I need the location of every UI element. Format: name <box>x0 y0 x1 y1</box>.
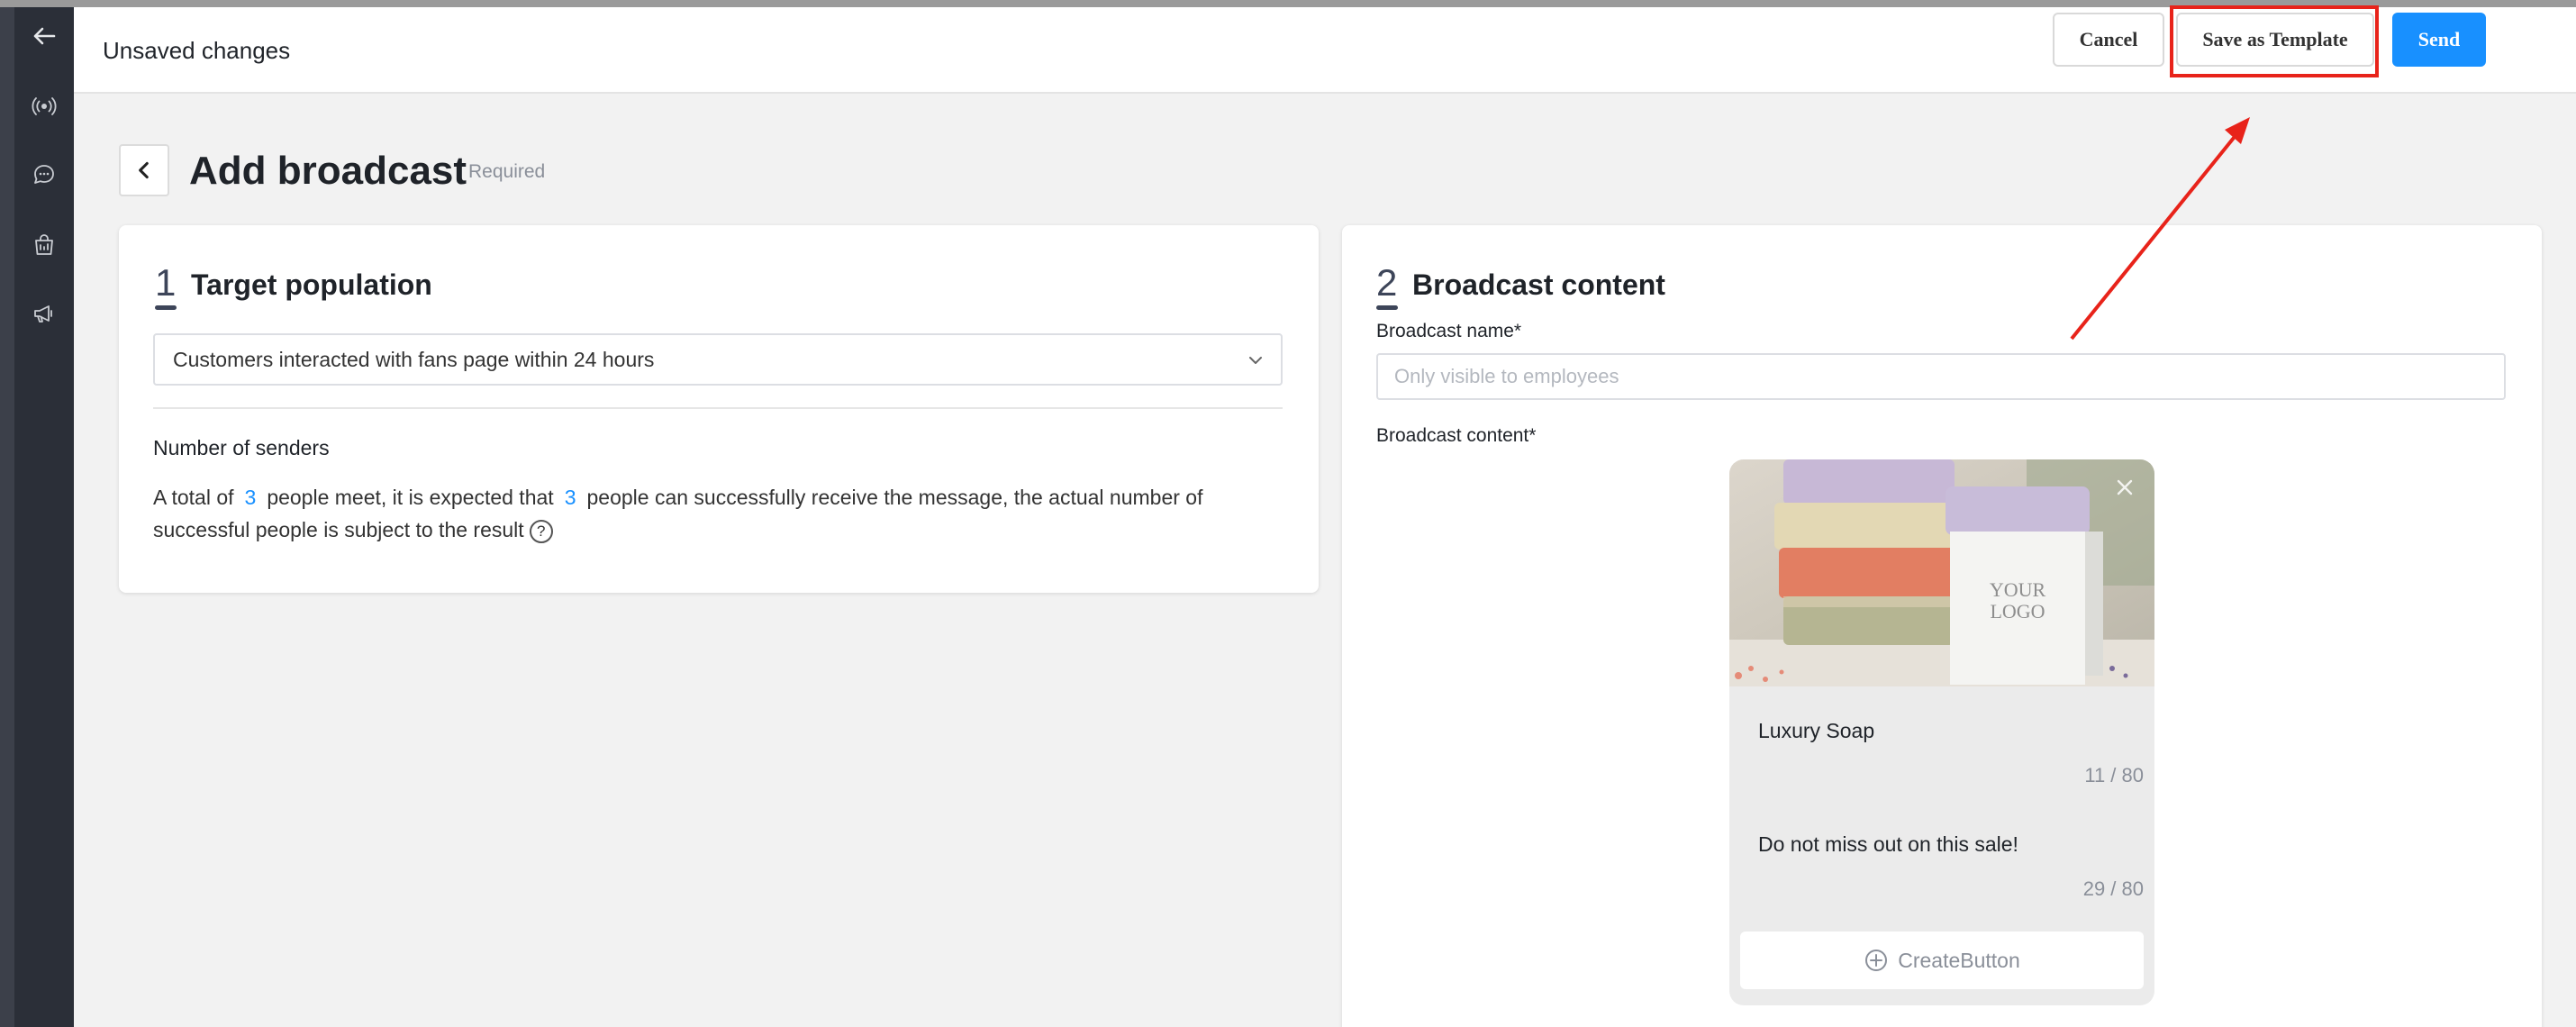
sidebar <box>0 7 74 1027</box>
cancel-button[interactable]: Cancel <box>2053 13 2164 67</box>
back-arrow-icon[interactable] <box>14 11 74 61</box>
senders-title: Number of senders <box>153 436 330 459</box>
highlight-box <box>2170 5 2379 77</box>
plus-circle-icon <box>1865 950 1888 971</box>
title-char-count: 11 / 80 <box>2084 764 2144 786</box>
message-card: YOUR LOGO Luxury Soap 11 / 80 Do not mis… <box>1729 459 2154 1005</box>
section-title: Broadcast content <box>1412 268 1665 301</box>
target-select[interactable]: Customers interacted with fans page with… <box>153 333 1283 386</box>
senders-text-b: people meet, it is expected that <box>267 486 554 509</box>
required-label: Required <box>468 161 546 182</box>
send-button[interactable]: Send <box>2392 13 2486 67</box>
bag-icon[interactable] <box>14 220 74 270</box>
broadcast-content-card: 2 Broadcast content Broadcast name* Broa… <box>1342 225 2542 1027</box>
image-logo-line1: YOUR <box>1990 578 2046 601</box>
section-title: Target population <box>191 268 432 301</box>
help-icon[interactable]: ? <box>529 519 553 543</box>
section-number: 2 <box>1376 261 1399 310</box>
senders-description: A total of 3 people meet, it is expected t… <box>153 481 1283 546</box>
message-subtitle[interactable]: Do not miss out on this sale! <box>1758 832 2018 857</box>
page-title: Add broadcast <box>189 149 467 193</box>
subtitle-char-count: 29 / 80 <box>2082 877 2144 900</box>
product-image: YOUR LOGO <box>1729 459 2154 686</box>
chevron-down-icon <box>1249 357 1262 364</box>
broadcast-icon[interactable] <box>14 81 74 132</box>
divider <box>153 407 1283 409</box>
create-button-label: CreateButton <box>1898 948 2020 972</box>
broadcast-name-label: Broadcast name* <box>1376 321 1522 341</box>
chevron-left-icon <box>139 161 149 179</box>
senders-text-a: A total of <box>153 486 234 509</box>
broadcast-name-input[interactable] <box>1376 353 2506 400</box>
broadcast-content-label: Broadcast content* <box>1376 425 1537 446</box>
create-button[interactable]: CreateButton <box>1740 932 2144 989</box>
sidebar-edge <box>0 7 14 1027</box>
target-population-card: 1 Target population Customers interacted… <box>119 225 1319 593</box>
unsaved-changes-title: Unsaved changes <box>103 37 291 64</box>
section-number: 1 <box>155 261 177 310</box>
message-title[interactable]: Luxury Soap <box>1758 719 1874 743</box>
back-button[interactable] <box>119 144 169 196</box>
close-icon[interactable] <box>2113 476 2136 499</box>
count-expected: 3 <box>564 486 576 509</box>
target-select-value: Customers interacted with fans page with… <box>173 348 655 371</box>
chat-icon[interactable] <box>14 150 74 200</box>
count-total: 3 <box>244 486 257 509</box>
megaphone-icon[interactable] <box>14 288 74 339</box>
image-logo-line2: LOGO <box>1990 600 2045 623</box>
